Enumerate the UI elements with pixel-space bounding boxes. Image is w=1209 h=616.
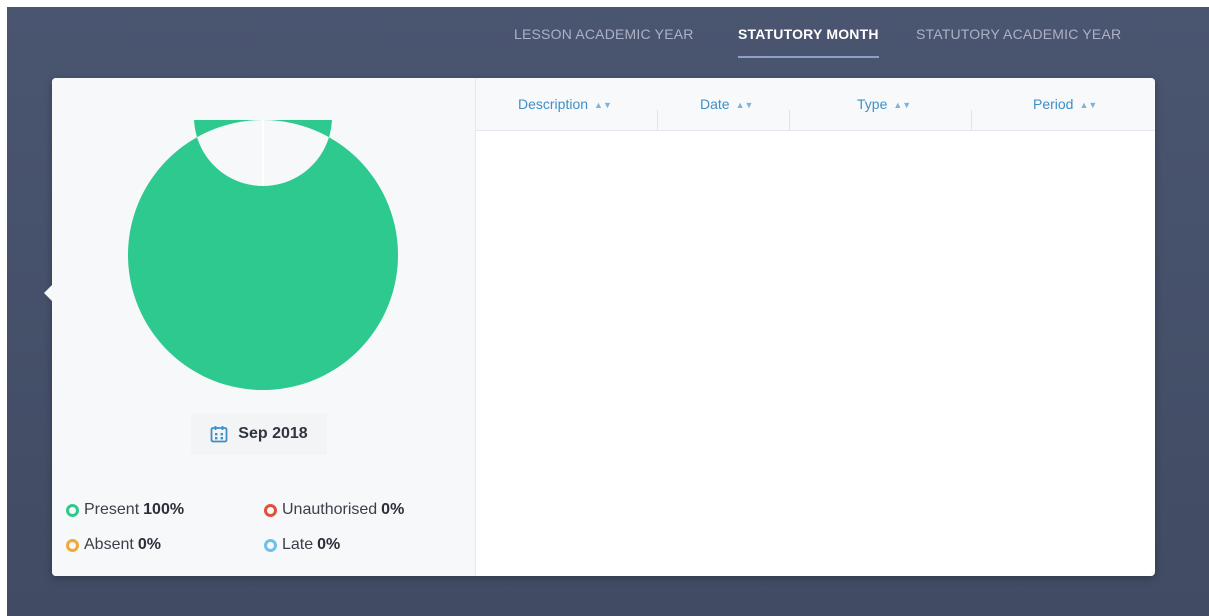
tab-statutory-academic-year[interactable]: STATUTORY ACADEMIC YEAR [916,22,1121,58]
donut-start-marker [262,120,264,186]
month-label: Sep 2018 [238,425,308,442]
sort-icon: ▲▼ [1079,100,1098,110]
legend-label: Unauthorised [282,501,378,518]
calendar-icon [210,426,228,443]
present-ring-icon [66,503,79,517]
legend-late: Late 0% [264,536,340,554]
column-header-date[interactable]: Date ▲▼ [700,78,753,130]
absent-ring-icon [66,538,79,552]
column-header-label: Type [857,96,888,112]
column-header-label: Period [1033,96,1074,112]
legend-present: Present 100% [66,501,184,519]
column-header-label: Date [700,96,730,112]
month-selector[interactable]: Sep 2018 [191,413,327,455]
column-divider [789,110,790,130]
attendance-donut-chart [128,120,398,390]
column-divider [971,110,972,130]
legend-value: 0% [381,501,405,518]
attendance-card: Sep 2018 Present 100% Unauthorised 0% Ab… [44,78,1155,576]
column-divider [657,110,658,130]
unauthorised-ring-icon [264,503,277,517]
tab-statutory-month[interactable]: STATUTORY MONTH [738,22,879,58]
legend-label: Present [84,501,140,518]
attendance-summary-panel: Sep 2018 Present 100% Unauthorised 0% Ab… [52,78,476,576]
legend-value: 0% [137,536,161,553]
legend-label: Late [282,536,314,553]
legend-value: 100% [143,501,185,518]
legend-unauthorised: Unauthorised 0% [264,501,404,519]
table-header: Description ▲▼ Date ▲▼ Type ▲▼ Period ▲▼ [476,78,1155,131]
view-tabs: LESSON ACADEMIC YEAR STATUTORY MONTH STA… [0,22,1209,62]
column-header-description[interactable]: Description ▲▼ [518,78,612,130]
legend-value: 0% [317,536,341,553]
column-header-period[interactable]: Period ▲▼ [1033,78,1097,130]
column-header-label: Description [518,96,589,112]
column-header-type[interactable]: Type ▲▼ [857,78,911,130]
late-ring-icon [264,538,277,552]
legend-absent: Absent 0% [66,536,161,554]
sort-icon: ▲▼ [735,100,754,110]
sort-icon: ▲▼ [594,100,612,110]
tab-lesson-academic-year[interactable]: LESSON ACADEMIC YEAR [514,22,694,58]
legend-label: Absent [84,536,134,553]
sort-icon: ▲▼ [893,100,912,110]
events-table: Description ▲▼ Date ▲▼ Type ▲▼ Period ▲▼ [476,78,1155,576]
